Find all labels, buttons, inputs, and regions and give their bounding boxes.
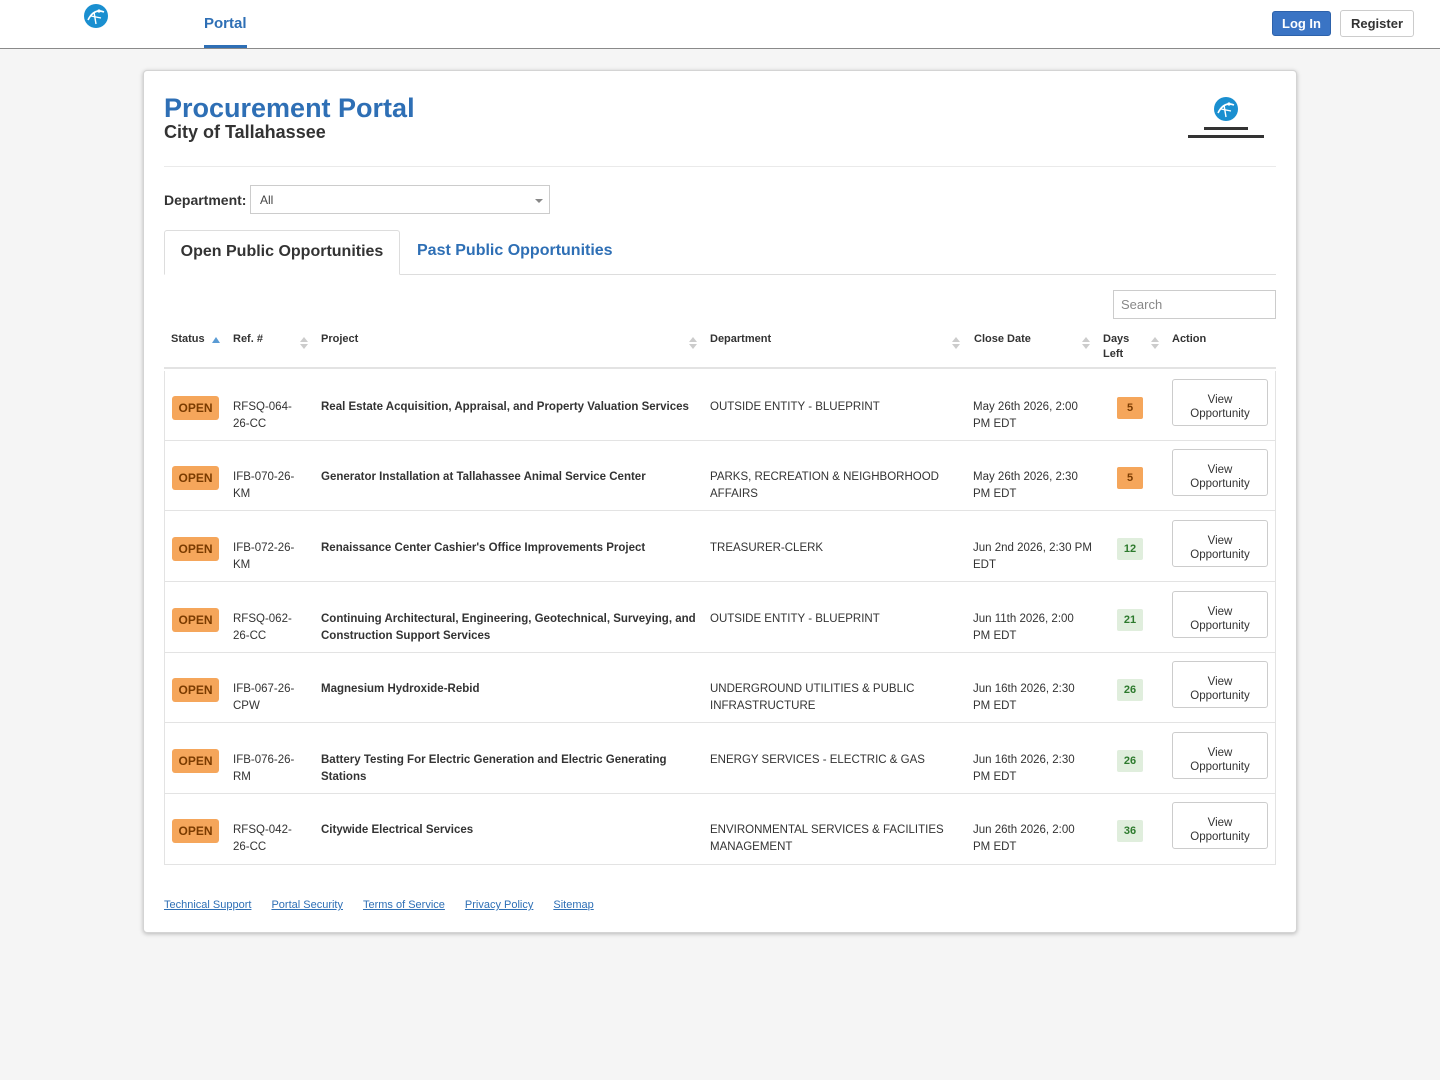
login-button[interactable]: Log In [1272, 11, 1331, 36]
project-name: Continuing Architectural, Engineering, G… [321, 613, 696, 642]
ref-number: RFSQ-062-26-CC [233, 613, 292, 642]
ref-number: IFB-076-26-RM [233, 754, 295, 783]
main-card: Procurement Portal City of Tallahassee D… [143, 70, 1297, 933]
footer-link-portal-security[interactable]: Portal Security [271, 899, 343, 911]
table-header: Status Ref. # Project Department Close D… [164, 327, 1276, 369]
sort-icon[interactable] [689, 337, 697, 351]
footer-link-sitemap[interactable]: Sitemap [553, 899, 593, 911]
col-ref[interactable]: Ref. # [233, 332, 263, 347]
status-badge: OPEN [172, 749, 219, 773]
ref-number: RFSQ-042-26-CC [233, 824, 292, 853]
close-date: Jun 2nd 2026, 2:30 PM EDT [973, 542, 1092, 571]
department-select-value: All [260, 193, 274, 207]
opportunities-table: OPEN RFSQ-064-26-CC Real Estate Acquisit… [164, 371, 1276, 865]
sort-asc-icon[interactable] [212, 337, 220, 343]
table-row: OPEN IFB-070-26-KM Generator Installatio… [165, 441, 1275, 511]
project-name: Renaissance Center Cashier's Office Impr… [321, 542, 646, 554]
project-name: Magnesium Hydroxide-Rebid [321, 683, 480, 695]
project-name: Real Estate Acquisition, Appraisal, and … [321, 401, 689, 413]
col-project[interactable]: Project [321, 332, 358, 347]
page-title: Procurement Portal [164, 93, 415, 123]
project-name: Battery Testing For Electric Generation … [321, 754, 667, 783]
search-input[interactable] [1113, 290, 1276, 319]
close-date: Jun 16th 2026, 2:30 PM EDT [973, 683, 1075, 712]
ref-number: RFSQ-064-26-CC [233, 401, 292, 430]
footer-link-technical-support[interactable]: Technical Support [164, 899, 251, 911]
department-name: UNDERGROUND UTILITIES & PUBLIC INFRASTRU… [710, 683, 915, 712]
department-name: PARKS, RECREATION & NEIGHBORHOOD AFFAIRS [710, 471, 939, 500]
status-badge: OPEN [172, 537, 219, 561]
department-select[interactable]: All [250, 185, 550, 214]
view-opportunity-button[interactable]: View Opportunity [1172, 661, 1268, 708]
sort-icon[interactable] [1082, 337, 1090, 351]
header-divider [164, 166, 1276, 167]
table-row: OPEN IFB-076-26-RM Battery Testing For E… [165, 724, 1275, 794]
department-name: OUTSIDE ENTITY - BLUEPRINT [710, 401, 880, 413]
close-date: May 26th 2026, 2:00 PM EDT [973, 401, 1078, 430]
view-opportunity-button[interactable]: View Opportunity [1172, 520, 1268, 567]
view-opportunity-button[interactable]: View Opportunity [1172, 591, 1268, 638]
status-badge: OPEN [172, 678, 219, 702]
col-close-date[interactable]: Close Date [974, 332, 1031, 347]
close-date: May 26th 2026, 2:30 PM EDT [973, 471, 1078, 500]
status-badge: OPEN [172, 466, 219, 490]
sort-icon[interactable] [952, 337, 960, 351]
days-left-badge: 12 [1117, 538, 1143, 560]
table-row: OPEN IFB-072-26-KM Renaissance Center Ca… [165, 512, 1275, 582]
department-name: ENVIRONMENTAL SERVICES & FACILITIES MANA… [710, 824, 944, 853]
days-left-badge: 5 [1117, 397, 1143, 419]
view-opportunity-button[interactable]: View Opportunity [1172, 802, 1268, 849]
department-label: Department: [164, 192, 247, 208]
table-row: OPEN RFSQ-062-26-CC Continuing Architect… [165, 583, 1275, 653]
footer-links: Technical Support Portal Security Terms of… [164, 899, 614, 911]
page-subtitle: City of Tallahassee [164, 122, 326, 142]
days-left-badge: 21 [1117, 609, 1143, 631]
col-action: Action [1172, 333, 1207, 345]
table-row: OPEN IFB-067-26-CPW Magnesium Hydroxide-… [165, 653, 1275, 723]
days-left-badge: 26 [1117, 679, 1143, 701]
close-date: Jun 16th 2026, 2:30 PM EDT [973, 754, 1075, 783]
status-badge: OPEN [172, 819, 219, 843]
tab-past-opportunities[interactable]: Past Public Opportunities [417, 230, 613, 275]
view-opportunity-button[interactable]: View Opportunity [1172, 732, 1268, 779]
table-row: OPEN RFSQ-042-26-CC Citywide Electrical … [165, 794, 1275, 864]
nav-portal-link[interactable]: Portal [204, 0, 247, 48]
col-department[interactable]: Department [710, 332, 771, 347]
register-button[interactable]: Register [1340, 10, 1414, 37]
footer-link-privacy-policy[interactable]: Privacy Policy [465, 899, 533, 911]
ref-number: IFB-070-26-KM [233, 471, 295, 500]
days-left-badge: 26 [1117, 750, 1143, 772]
footer-link-terms-of-service[interactable]: Terms of Service [363, 899, 445, 911]
chevron-down-icon [535, 199, 543, 203]
close-date: Jun 11th 2026, 2:00 PM EDT [973, 613, 1074, 642]
table-row: OPEN RFSQ-064-26-CC Real Estate Acquisit… [165, 371, 1275, 441]
top-navbar: Portal Log In Register [0, 0, 1440, 49]
ref-number: IFB-067-26-CPW [233, 683, 295, 712]
col-status[interactable]: Status [171, 332, 205, 347]
view-opportunity-button[interactable]: View Opportunity [1172, 379, 1268, 426]
department-name: TREASURER-CLERK [710, 542, 824, 554]
department-name: ENERGY SERVICES - ELECTRIC & GAS [710, 754, 925, 766]
days-left-badge: 5 [1117, 467, 1143, 489]
city-logo[interactable] [58, 2, 136, 46]
project-name: Generator Installation at Tallahassee An… [321, 471, 646, 483]
col-days-left[interactable]: Days Left [1103, 332, 1135, 362]
sort-icon[interactable] [300, 337, 308, 351]
view-opportunity-button[interactable]: View Opportunity [1172, 449, 1268, 496]
days-left-badge: 36 [1117, 820, 1143, 842]
project-name: Citywide Electrical Services [321, 824, 474, 836]
ref-number: IFB-072-26-KM [233, 542, 295, 571]
close-date: Jun 26th 2026, 2:00 PM EDT [973, 824, 1075, 853]
department-name: OUTSIDE ENTITY - BLUEPRINT [710, 613, 880, 625]
city-logo-card [1188, 97, 1264, 138]
status-badge: OPEN [172, 396, 219, 420]
status-badge: OPEN [172, 608, 219, 632]
tab-open-opportunities[interactable]: Open Public Opportunities [164, 230, 400, 275]
sort-icon[interactable] [1151, 337, 1159, 351]
